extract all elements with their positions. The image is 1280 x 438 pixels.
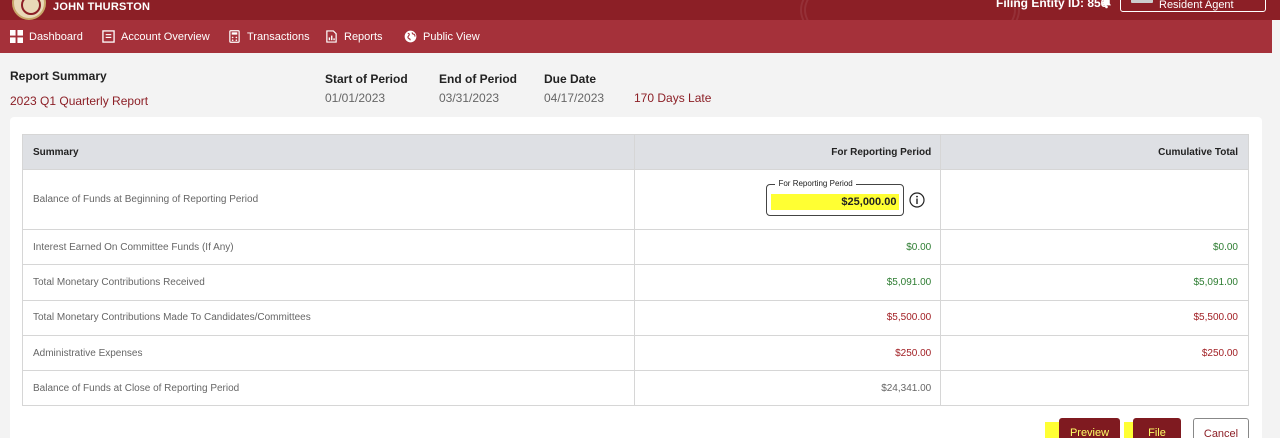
- summary-table: Summary For Reporting Period Cumulative …: [21, 134, 1249, 407]
- start-of-period-label: Start of Period: [325, 72, 408, 86]
- nav-dashboard-label: Dashboard: [29, 30, 83, 43]
- beginning-balance-cell: For Reporting Period $25,000.00: [634, 169, 942, 230]
- row-cumulative: $250.00: [940, 334, 1249, 372]
- table-row: Balance of Funds at Close of Reporting P…: [21, 370, 1249, 407]
- nav-transactions[interactable]: Transactions: [228, 20, 310, 53]
- nav-transactions-label: Transactions: [247, 30, 310, 43]
- nav-account-overview-label: Account Overview: [121, 30, 210, 43]
- report-name: 2023 Q1 Quarterly Report: [10, 94, 149, 108]
- beginning-balance-input[interactable]: $25,000.00: [771, 193, 900, 210]
- top-header: JOHN THURSTON Filing Entity ID: 856 Resi…: [0, 0, 1280, 20]
- beginning-balance-field-label: For Reporting Period: [775, 178, 856, 188]
- end-of-period-value: 03/31/2023: [439, 91, 500, 105]
- header-for-reporting-period: For Reporting Period: [634, 134, 942, 170]
- row-label: Total Monetary Contributions Received: [21, 264, 636, 301]
- globe-icon: [404, 30, 417, 43]
- row-period: $5,091.00: [634, 264, 942, 301]
- resident-agent-label: Resident Agent: [1159, 0, 1234, 11]
- row-period: $24,341.00: [634, 370, 942, 407]
- chart-doc-icon: [326, 30, 337, 43]
- late-status: 170 Days Late: [634, 91, 712, 105]
- table-row: Interest Earned On Committee Funds (If A…: [21, 228, 1249, 266]
- nav-account-overview[interactable]: Account Overview: [102, 20, 210, 53]
- state-seal-logo[interactable]: [12, 0, 46, 20]
- row-period: $0.00: [634, 228, 942, 266]
- row-period: $250.00: [634, 334, 942, 372]
- row-cumulative: [940, 370, 1249, 407]
- due-date-label: Due Date: [544, 72, 597, 86]
- nav-reports-label: Reports: [344, 30, 383, 43]
- table-header-row: Summary For Reporting Period Cumulative …: [21, 134, 1249, 170]
- row-label: Total Monetary Contributions Made To Can…: [21, 299, 636, 336]
- table-row: Balance of Funds at Beginning of Reporti…: [21, 169, 1249, 230]
- grid-icon: [10, 30, 23, 43]
- seal-watermark: [800, 0, 1020, 20]
- agent-avatar-icon: [1131, 0, 1153, 3]
- row-cumulative: $5,091.00: [940, 264, 1249, 301]
- row-cumulative: $5,500.00: [940, 299, 1249, 336]
- row-cumulative: [940, 169, 1249, 230]
- end-of-period-label: End of Period: [439, 72, 517, 86]
- due-date-value: 04/17/2023: [544, 91, 605, 105]
- row-label: Administrative Expenses: [21, 334, 636, 372]
- nav-public-view[interactable]: Public View: [404, 20, 480, 53]
- cancel-button[interactable]: Cancel: [1193, 418, 1249, 438]
- brand-name: JOHN THURSTON: [53, 1, 151, 13]
- beginning-balance-field[interactable]: For Reporting Period $25,000.00: [766, 178, 905, 216]
- nav-dashboard[interactable]: Dashboard: [10, 20, 83, 53]
- bell-icon[interactable]: [1100, 0, 1113, 9]
- main-nav: Dashboard Account Overview Transactions …: [0, 20, 1272, 53]
- table-row: Administrative Expenses $250.00 $250.00: [21, 334, 1249, 372]
- info-icon[interactable]: [909, 191, 925, 208]
- nav-reports[interactable]: Reports: [325, 20, 383, 53]
- preview-button[interactable]: Preview: [1059, 418, 1120, 438]
- nav-public-view-label: Public View: [423, 30, 480, 43]
- report-summary-title: Report Summary: [10, 69, 107, 83]
- table-row: Total Monetary Contributions Received $5…: [21, 264, 1249, 301]
- filing-entity-id: Filing Entity ID: 856: [996, 0, 1108, 10]
- resident-agent-button[interactable]: Resident Agent: [1120, 0, 1266, 12]
- row-cumulative: $0.00: [940, 228, 1249, 266]
- start-of-period-value: 01/01/2023: [325, 91, 386, 105]
- list-icon: [102, 30, 115, 43]
- row-label: Interest Earned On Committee Funds (If A…: [21, 228, 636, 266]
- table-row: Total Monetary Contributions Made To Can…: [21, 299, 1249, 336]
- header-cumulative-total: Cumulative Total: [940, 134, 1249, 170]
- row-period: $5,500.00: [634, 299, 942, 336]
- row-label: Balance of Funds at Close of Reporting P…: [21, 370, 636, 407]
- row-label: Balance of Funds at Beginning of Reporti…: [21, 169, 636, 230]
- file-button[interactable]: File: [1133, 418, 1181, 438]
- calculator-icon: [229, 30, 240, 43]
- header-summary: Summary: [21, 134, 636, 170]
